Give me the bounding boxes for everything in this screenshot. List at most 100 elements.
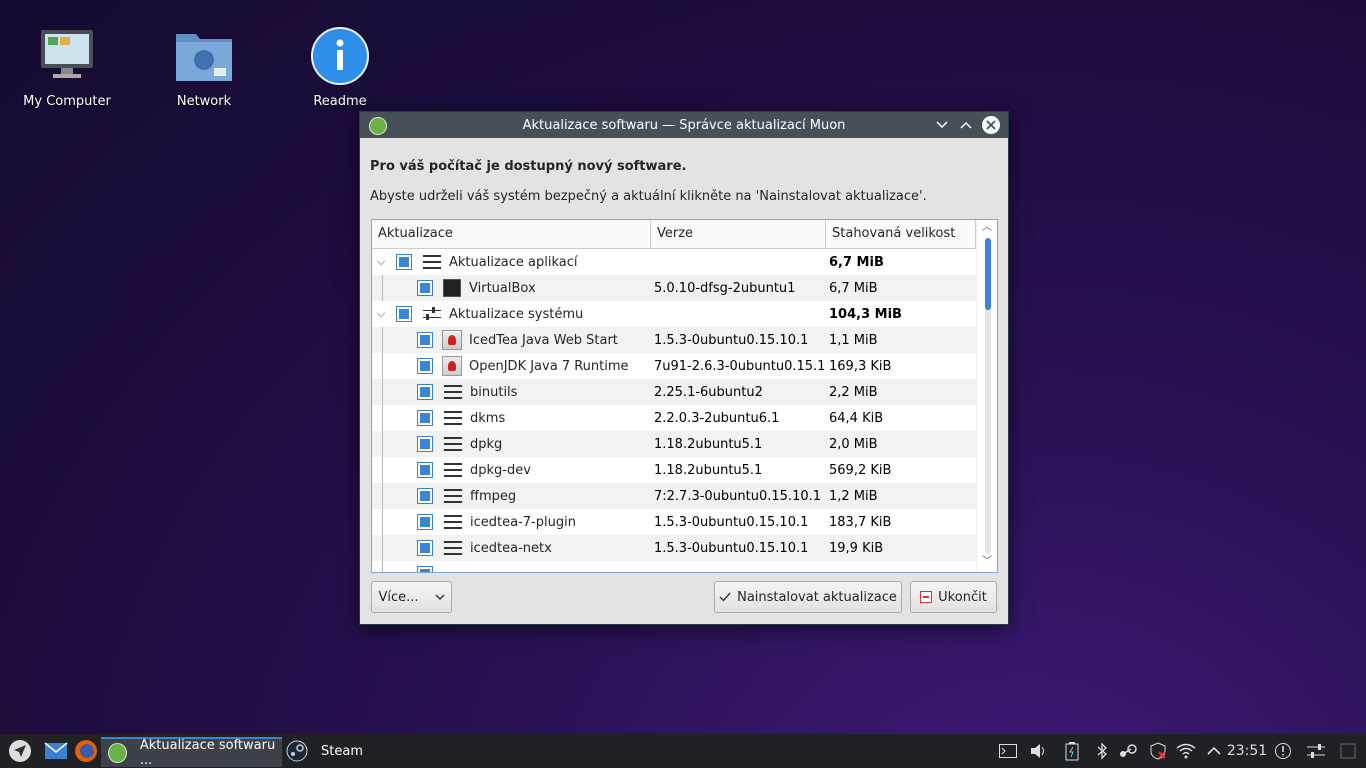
virtualbox-icon [443, 279, 461, 297]
quit-button[interactable]: Ukončit [910, 581, 997, 613]
column-header-version[interactable]: Verze [651, 220, 826, 248]
item-checkbox[interactable] [417, 462, 433, 478]
table-row[interactable]: ffmpeg 7:2.7.3-0ubuntu0.15.10.1 1,2 MiB [372, 483, 976, 509]
muon-update-window: Aktualizace softwaru — Správce aktualiza… [359, 111, 1009, 625]
table-row[interactable]: dpkg-dev 1.18.2ubuntu5.1 569,2 KiB [372, 457, 976, 483]
item-name: dkms [470, 410, 506, 426]
app-update-icon [108, 743, 127, 763]
chevron-down-icon[interactable]: ⌵ [375, 307, 387, 321]
notifications-icon[interactable] [1273, 741, 1293, 761]
more-button-label: Více... [378, 589, 419, 605]
table-row[interactable]: dkms 2.2.0.3-2ubuntu6.1 64,4 KiB [372, 405, 976, 431]
launcher-icon [9, 740, 31, 762]
app-launcher-button[interactable] [8, 734, 32, 768]
table-row[interactable]: icedtea-netx 1.5.3-0ubuntu0.15.10.1 19,9… [372, 535, 976, 561]
list-icon [444, 385, 462, 399]
item-version: 1.5.3-0ubuntu0.15.10.1 [654, 332, 809, 348]
window-title: Aktualizace softwaru — Správce aktualiza… [522, 117, 846, 133]
close-button[interactable] [982, 116, 1000, 134]
item-checkbox[interactable] [417, 384, 433, 400]
item-checkbox[interactable] [417, 540, 433, 556]
list-icon [444, 411, 462, 425]
more-button[interactable]: Více... [371, 581, 452, 613]
item-checkbox[interactable] [417, 566, 433, 572]
item-checkbox[interactable] [417, 332, 433, 348]
minimize-button[interactable] [933, 116, 951, 134]
table-row[interactable]: OpenJDK Java 7 Runtime 7u91-2.6.3-0ubunt… [372, 353, 976, 379]
clock[interactable]: 23:51 [1227, 741, 1267, 761]
maximize-button[interactable] [957, 116, 975, 134]
list-icon [444, 437, 462, 451]
item-checkbox[interactable] [417, 358, 433, 374]
scroll-up-icon[interactable]: ︿ [977, 220, 997, 236]
show-desktop-icon[interactable] [1338, 741, 1358, 761]
desktop-icon-readme[interactable]: Readme [285, 24, 395, 109]
item-name: binutils [470, 384, 518, 400]
table-row[interactable]: icedtea-7-plugin 1.5.3-0ubuntu0.15.10.1 … [372, 509, 976, 535]
install-updates-button[interactable]: Nainstalovat aktualizace [714, 581, 902, 613]
group-row-apps[interactable]: ⌵ Aktualizace aplikací 6,7 MiB [372, 249, 976, 275]
group-name: Aktualizace systému [449, 306, 584, 322]
item-size: 169,3 KiB [829, 358, 892, 374]
app-update-icon [369, 117, 387, 135]
list-icon [444, 463, 462, 477]
panel-settings-icon[interactable] [1306, 741, 1326, 761]
update-warning-icon[interactable] [1148, 741, 1168, 761]
table-row[interactable]: IcedTea Java Web Start 1.5.3-0ubuntu0.15… [372, 327, 976, 353]
item-checkbox[interactable] [417, 280, 433, 296]
table-row-partial[interactable] [372, 561, 976, 572]
list-icon [423, 255, 441, 269]
list-icon [444, 541, 462, 555]
desktop-icon-label: Readme [313, 94, 367, 109]
desktop-icon-my-computer[interactable]: My Computer [12, 24, 122, 109]
item-size: 1,2 MiB [829, 488, 878, 504]
group-row-system[interactable]: ⌵ Aktualizace systému 104,3 MiB [372, 301, 976, 327]
quit-button-label: Ukončit [938, 589, 987, 605]
info-icon [308, 24, 372, 88]
item-checkbox[interactable] [417, 410, 433, 426]
list-icon [444, 489, 462, 503]
group-checkbox[interactable] [396, 254, 412, 270]
java-icon [442, 330, 462, 350]
item-name: OpenJDK Java 7 Runtime [469, 358, 629, 374]
column-header-updates[interactable]: Aktualizace [372, 220, 651, 248]
group-size: 104,3 MiB [829, 306, 902, 322]
bluetooth-icon[interactable] [1092, 741, 1112, 761]
item-checkbox[interactable] [417, 436, 433, 452]
item-version: 7u91-2.6.3-0ubuntu0.15.1... [654, 358, 826, 374]
terminal-icon[interactable] [998, 741, 1018, 761]
item-version: 1.18.2ubuntu5.1 [654, 436, 763, 452]
scroll-down-icon[interactable]: ﹀ [977, 554, 997, 570]
desktop-icon-label: Network [176, 94, 232, 109]
item-checkbox[interactable] [417, 488, 433, 504]
vertical-scrollbar[interactable]: ︿ ﹀ [976, 220, 997, 572]
mail-launcher[interactable] [44, 734, 68, 768]
checkmark-icon [719, 592, 731, 602]
updates-tree[interactable]: Aktualizace Verze Stahovaná velikost ⌵ A… [371, 219, 998, 573]
group-checkbox[interactable] [396, 306, 412, 322]
item-size: 2,2 MiB [829, 384, 878, 400]
table-row[interactable]: VirtualBox 5.0.10-dfsg-2ubuntu1 6,7 MiB [372, 275, 976, 301]
task-label: Aktualizace softwaru ... [139, 738, 276, 768]
desktop-icon-network[interactable]: Network [149, 24, 259, 109]
volume-icon[interactable] [1028, 741, 1048, 761]
item-version: 1.18.2ubuntu5.1 [654, 462, 763, 478]
computer-icon [35, 24, 99, 88]
window-titlebar[interactable]: Aktualizace softwaru — Správce aktualiza… [360, 112, 1008, 138]
task-update-manager[interactable]: Aktualizace softwaru ... [101, 737, 282, 768]
item-name: dpkg-dev [470, 462, 531, 478]
item-checkbox[interactable] [417, 514, 433, 530]
task-steam[interactable]: Steam [286, 737, 363, 765]
item-name: icedtea-7-plugin [470, 514, 576, 530]
table-row[interactable]: binutils 2.25.1-6ubuntu2 2,2 MiB [372, 379, 976, 405]
chevron-up-icon[interactable] [1204, 741, 1224, 761]
battery-icon[interactable] [1062, 741, 1082, 761]
wifi-icon[interactable] [1176, 741, 1196, 761]
table-row[interactable]: dpkg 1.18.2ubuntu5.1 2,0 MiB [372, 431, 976, 457]
column-header-size[interactable]: Stahovaná velikost [826, 220, 976, 248]
firefox-launcher[interactable] [74, 734, 98, 768]
scrollbar-thumb[interactable] [985, 238, 991, 310]
chevron-down-icon[interactable]: ⌵ [375, 255, 387, 269]
item-version: 7:2.7.3-0ubuntu0.15.10.1 [654, 488, 822, 504]
steam-tray-icon[interactable] [1118, 741, 1138, 761]
